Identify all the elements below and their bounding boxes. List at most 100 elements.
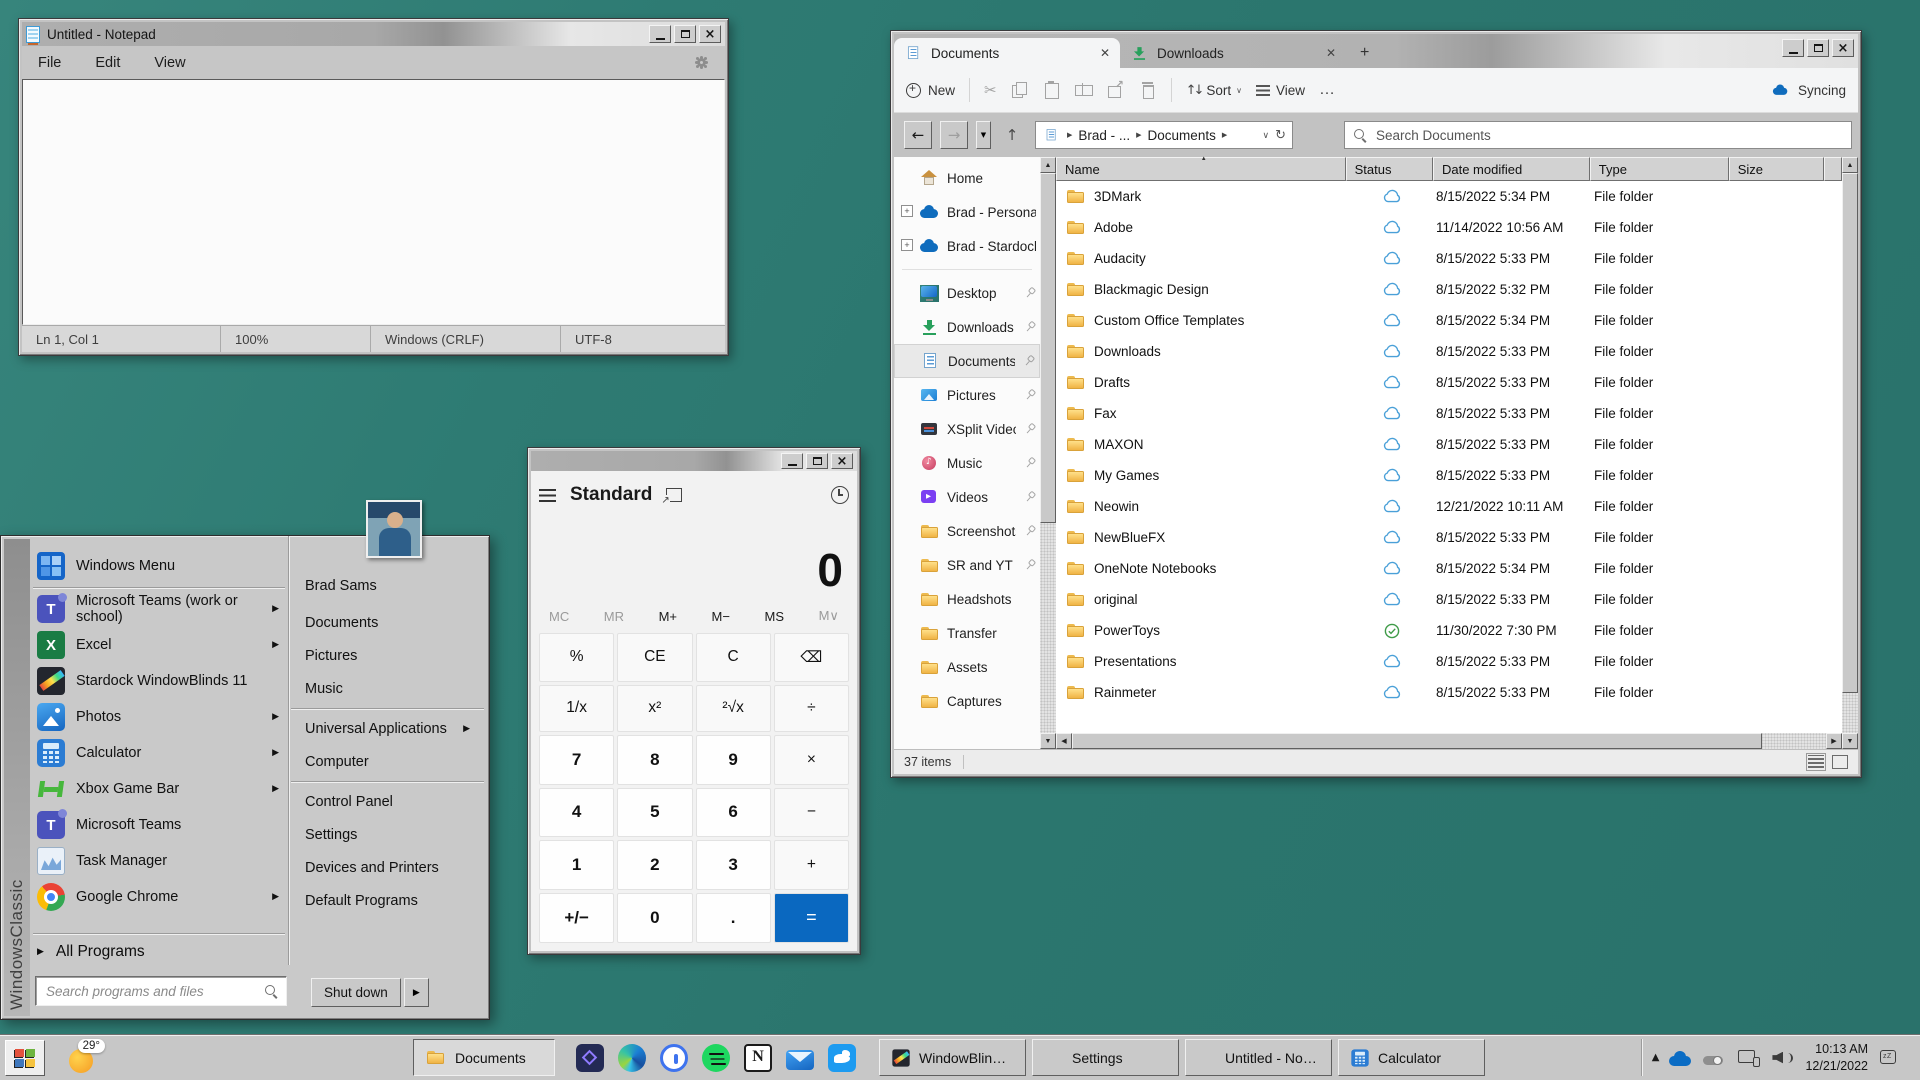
minimize-button[interactable] [781,453,803,469]
start-menu-right-item[interactable]: Settings ▶ [289,818,486,851]
tab-close-icon[interactable]: ✕ [1326,46,1336,60]
do-not-disturb-icon[interactable] [1878,1048,1902,1068]
table-row[interactable]: original 8/15/2022 5:33 PM File folder [1056,584,1842,615]
table-row[interactable]: Drafts 8/15/2022 5:33 PM File folder [1056,367,1842,398]
sidebar-item[interactable]: + XSplit Videos - [894,412,1040,446]
calc-key[interactable]: 2 [617,840,693,890]
menu-view[interactable]: View [154,55,185,71]
table-row[interactable]: Rainmeter 8/15/2022 5:33 PM File folder [1056,677,1842,708]
calc-key[interactable]: x² [617,684,693,732]
column-header[interactable]: Size [1728,157,1824,181]
volume-icon[interactable] [1771,1048,1795,1068]
onedrive-icon[interactable] [1669,1048,1693,1068]
memory-button[interactable]: M− [712,609,730,624]
sidebar-item[interactable]: + SR and YT [894,548,1040,582]
share-icon[interactable] [1107,78,1125,99]
taskbar-app-icon[interactable] [702,1043,730,1072]
copy-icon[interactable] [1011,81,1029,99]
start-menu-item[interactable]: Stardock WindowBlinds 11 ▶ [31,663,287,699]
calc-key[interactable]: +/− [539,892,615,943]
taskbar-window-button[interactable]: Calculator [1338,1039,1485,1076]
start-menu-right-item[interactable]: Default Programs ▶ [289,884,486,917]
view-button[interactable]: View [1256,83,1305,98]
calc-key[interactable]: 4 [539,787,615,837]
taskbar-app-icon[interactable] [786,1049,814,1070]
close-button[interactable]: × [1832,39,1854,57]
horizontal-scrollbar[interactable]: ◀ ▶ [1056,733,1842,749]
calc-key[interactable]: 7 [539,735,615,785]
start-menu-item[interactable]: Calculator ▶ [31,735,287,771]
maximize-button[interactable] [806,453,828,469]
back-button[interactable]: ← [904,121,932,149]
minimize-button[interactable] [1782,39,1804,57]
close-button[interactable]: × [831,453,853,469]
tab-close-icon[interactable]: ✕ [1100,46,1110,60]
sidebar-item[interactable]: + Downloads [894,310,1040,344]
taskbar-app-icon[interactable] [660,1043,688,1072]
user-name-item[interactable]: Brad Sams [289,566,486,606]
memory-button[interactable]: M+ [659,609,677,624]
calc-key[interactable]: ²√x [695,684,771,732]
hidden-icons-chevron[interactable]: ▲ [1652,1052,1660,1063]
calc-key[interactable]: 1/x [539,684,615,732]
start-menu-right-item[interactable]: Music ▶ [289,672,486,705]
keep-on-top-icon[interactable] [661,488,683,506]
clock[interactable]: 10:13 AM 12/21/2022 [1805,1041,1868,1074]
taskbar-app-icon[interactable] [828,1043,856,1072]
menu-file[interactable]: File [38,55,61,71]
maximize-button[interactable] [674,25,696,43]
calc-key[interactable]: C [695,633,771,682]
calc-key[interactable]: . [695,892,771,943]
calc-key[interactable]: − [773,787,849,837]
start-menu-right-item[interactable]: Devices and Printers ▶ [289,851,486,884]
calc-key[interactable]: 8 [617,735,693,785]
refresh-icon[interactable]: ↻ [1275,128,1286,143]
start-menu-item[interactable]: Windows Menu ▶ [31,548,287,584]
calc-key[interactable]: 6 [695,787,771,837]
weather-widget[interactable]: 29° [67,1038,105,1075]
scroll-down-icon[interactable]: ▼ [1040,733,1056,749]
calc-key[interactable]: 9 [695,735,771,785]
start-menu-item[interactable]: Excel ▶ [31,627,287,663]
sidebar-item[interactable]: + Brad - Personal [894,195,1040,229]
sidebar-item[interactable]: + Documents [894,344,1040,378]
search-box[interactable] [1344,121,1852,149]
sidebar-item[interactable]: + Captures [894,684,1040,718]
list-scrollbar[interactable]: ▲ ▼ [1842,157,1858,749]
expander-icon[interactable]: + [901,239,913,251]
cut-icon[interactable]: ✂ [984,81,997,99]
column-header[interactable]: Type [1589,157,1729,181]
taskbar-window-button[interactable]: Untitled - Notepad [1185,1039,1332,1076]
sidebar-scrollbar[interactable]: ▲ ▼ [1040,157,1056,749]
start-menu-right-item[interactable]: Universal Applications ▶ [289,712,486,745]
display-cast-icon[interactable] [1737,1048,1761,1068]
details-view-icon[interactable] [1806,753,1826,771]
calc-key[interactable]: × [773,735,849,785]
taskbar-app-icon[interactable] [618,1043,646,1072]
menu-edit[interactable]: Edit [95,55,120,71]
sidebar-item[interactable]: + Headshots [894,582,1040,616]
minimize-button[interactable] [649,25,671,43]
forward-button[interactable]: → [940,121,968,149]
start-menu-right-item[interactable]: Control Panel ▶ [289,785,486,818]
table-row[interactable]: Neowin 12/21/2022 10:11 AM File folder [1056,491,1842,522]
delete-icon[interactable] [1139,81,1157,99]
calc-key[interactable]: 0 [617,892,693,943]
start-menu-item[interactable]: Task Manager ▶ [31,843,287,879]
calculator-titlebar[interactable]: × [531,451,857,471]
sync-cloud-icon[interactable] [1703,1048,1727,1068]
all-programs-button[interactable]: ▶ All Programs [31,937,287,967]
menu-burger-icon[interactable] [539,488,556,502]
table-row[interactable]: Custom Office Templates 8/15/2022 5:34 P… [1056,305,1842,336]
rename-icon[interactable] [1074,81,1093,99]
syncing-status[interactable]: Syncing [1771,82,1846,99]
column-header[interactable]: Name [1056,156,1346,181]
start-menu-item[interactable]: Microsoft Teams (work or school) ▶ [31,591,287,627]
column-header[interactable]: Date modified [1432,157,1590,181]
memory-button[interactable]: MS [765,609,785,624]
calc-key[interactable]: 1 [539,840,615,890]
table-row[interactable]: Presentations 8/15/2022 5:33 PM File fol… [1056,646,1842,677]
thumbnail-view-icon[interactable] [1832,755,1848,769]
scroll-down-icon[interactable]: ▼ [1842,733,1858,749]
sidebar-item[interactable]: + Home [894,161,1040,195]
